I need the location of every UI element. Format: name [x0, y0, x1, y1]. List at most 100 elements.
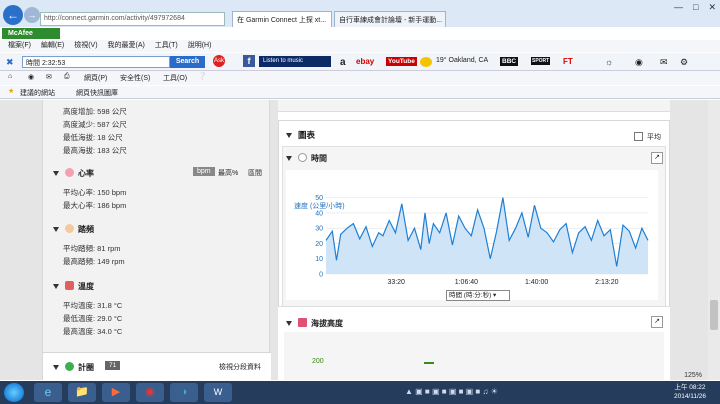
temperature-min: 最低溫度: 29.0 °C — [63, 314, 123, 323]
youtube-icon[interactable]: YouTube — [386, 57, 417, 66]
window-controls[interactable]: — □ ✕ — [664, 2, 716, 13]
heart-rate-header[interactable]: 心率 — [53, 168, 94, 179]
amazon-icon[interactable]: a — [340, 57, 346, 68]
fav-suggested-sites[interactable]: 建議的網站 — [20, 88, 55, 98]
elevation-gain: 高度增加: 598 公尺 — [63, 107, 127, 116]
taskbar-media-icon[interactable]: ▶ — [102, 383, 130, 402]
hr-unit-bpm[interactable]: bpm — [193, 167, 215, 176]
command-bar: ⌂ ◉ ✉ ⎙ 網頁(P) 安全性(S) 工具(O) ❔ — [0, 71, 720, 85]
menu-view[interactable]: 檢視(V) — [74, 42, 97, 49]
ask-icon[interactable]: Ask — [213, 55, 225, 67]
scrollbar-thumb[interactable] — [710, 300, 718, 330]
tools-menu[interactable]: 工具(O) — [163, 73, 187, 83]
bbc-sport-icon[interactable]: SPORT — [531, 57, 551, 65]
time-chart-header[interactable]: 時間 — [286, 153, 327, 164]
vertical-scrollbar[interactable] — [708, 100, 720, 380]
back-button[interactable]: ← — [3, 5, 23, 25]
home-icon[interactable]: ⌂ — [8, 73, 12, 80]
forward-button[interactable]: → — [24, 7, 40, 23]
y-tick-label: 10 — [315, 256, 323, 263]
favorites-star-icon[interactable]: ★ — [8, 87, 14, 95]
hr-average: 平均心率: 150 bpm — [63, 188, 127, 197]
mail-cmd-icon[interactable]: ✉ — [46, 73, 52, 81]
elevation-max: 最高海拔: 183 公尺 — [63, 146, 127, 155]
menu-tools[interactable]: 工具(T) — [155, 42, 178, 49]
menu-file[interactable]: 檔案(F) — [8, 42, 31, 49]
mcafee-badge[interactable]: McAfee — [2, 28, 60, 39]
charts-panel: 圖表 平均 時間 ↗ 0 10 20 30 40 50 33:20 1:06:40 1:40:… — [278, 100, 670, 380]
mail-icon[interactable]: ✉ — [660, 57, 668, 68]
hr-unit-max-percent[interactable]: 最高% — [218, 168, 238, 178]
view-splits-link[interactable]: 檢視分段資料 — [219, 362, 261, 372]
menu-help[interactable]: 說明(H) — [188, 42, 212, 49]
search-input[interactable]: 時間 2:32:53 — [22, 56, 170, 68]
average-checkbox[interactable] — [634, 132, 643, 141]
charts-header[interactable]: 圖表 — [286, 129, 315, 141]
expand-elevation-icon[interactable]: ↗ — [651, 316, 663, 328]
ft-icon[interactable]: FT — [563, 57, 573, 66]
menu-edit[interactable]: 編輯(E) — [41, 42, 64, 49]
elevation-y-tick-200: 200 — [312, 358, 324, 365]
heart-icon — [65, 168, 74, 177]
elevation-min: 最低海拔: 18 公尺 — [63, 133, 123, 142]
y-tick-label: 50 — [315, 195, 323, 202]
elevation-line-segment — [424, 362, 434, 368]
temperature-header[interactable]: 溫度 — [53, 281, 94, 292]
zoom-level[interactable]: 125% — [684, 372, 702, 379]
page-menu[interactable]: 網頁(P) — [84, 73, 107, 83]
y-tick-label: 20 — [315, 241, 323, 248]
toolbar-x-icon[interactable]: ✖ — [6, 57, 14, 68]
start-button[interactable] — [4, 383, 24, 402]
expand-chart-icon[interactable]: ↗ — [651, 152, 663, 164]
taskbar-ie-icon[interactable]: e — [34, 383, 62, 402]
help-icon[interactable]: ❔ — [198, 72, 207, 80]
bbc-icon[interactable]: BBC — [500, 57, 519, 66]
taskbar-explorer-icon[interactable]: 📁 — [68, 383, 96, 402]
clock-date: 2014/11/26 — [673, 393, 707, 400]
elevation-chart-header[interactable]: 海拔高度 — [286, 318, 343, 329]
weather-icon[interactable] — [420, 57, 432, 67]
x-axis-select[interactable]: 時間 (時:分:秒) ▾ — [446, 290, 510, 301]
clock[interactable]: 上午 08:22 2014/11/26 — [660, 381, 720, 404]
snail-icon[interactable]: ◉ — [635, 57, 643, 68]
page-content: 高度增加: 598 公尺 高度減少: 587 公尺 最低海拔: 18 公尺 最高… — [0, 100, 708, 380]
hr-unit-zones[interactable]: 區間 — [248, 168, 262, 178]
windows-taskbar: e 📁 ▶ ◉ ◑ W ▲ ▣ ■ ▣ ■ ▣ ■ ▣ ■ ♫ ☀ — [0, 381, 720, 404]
settings-icon[interactable]: ⚙ — [680, 57, 688, 68]
search-button[interactable]: Search — [170, 56, 205, 68]
temperature-max: 最高溫度: 34.0 °C — [63, 327, 123, 336]
y-tick-label: 40 — [315, 210, 323, 217]
weather-label[interactable]: 19° Oakland, CA — [436, 57, 488, 64]
tab-forum[interactable]: 自行車練成會計論壇 - 新手運動... — [334, 11, 446, 27]
elevation-chart-area — [284, 332, 664, 380]
fav-web-slice-gallery[interactable]: 網頁快訊圖庫 — [76, 88, 118, 98]
taskbar-app-icon[interactable]: ◑ — [170, 383, 198, 402]
average-label: 平均 — [647, 134, 661, 141]
x-tick-label: 1:06:40 — [455, 279, 478, 286]
facebook-icon[interactable]: f — [243, 55, 255, 67]
menu-favorites[interactable]: 我的最愛(A) — [108, 42, 145, 49]
globe-icon[interactable]: ☼ — [605, 57, 613, 67]
ebay-icon[interactable]: ebay — [356, 57, 374, 66]
laps-header[interactable]: 計圈 — [53, 362, 94, 373]
cadence-header[interactable]: 踏頻 — [53, 224, 94, 235]
listen-music-widget[interactable]: Listen to music — [259, 56, 331, 67]
x-tick-label: 2:13:20 — [595, 279, 618, 286]
rss-icon[interactable]: ◉ — [28, 73, 34, 81]
tray-icons[interactable]: ▲ ▣ ■ ▣ ■ ▣ ■ ▣ ■ ♫ ☀ — [405, 387, 498, 396]
address-bar[interactable]: http://connect.garmin.com/activity/49797… — [40, 12, 225, 26]
print-icon[interactable]: ⎙ — [64, 73, 70, 81]
tab-garmin[interactable]: 在 Garmin Connect 上探 xt... — [232, 11, 332, 27]
safety-menu[interactable]: 安全性(S) — [120, 73, 150, 83]
favorites-bar: ★ 建議的網站 網頁快訊圖庫 — [0, 86, 720, 99]
taskbar-word-icon[interactable]: W — [204, 383, 232, 402]
elevation-loss: 高度減少: 587 公尺 — [63, 120, 127, 129]
map-strip — [278, 100, 670, 112]
y-tick-label: 30 — [315, 226, 323, 233]
cadence-average: 平均踏頻: 81 rpm — [63, 244, 121, 253]
cadence-icon — [65, 224, 74, 233]
temperature-average: 平均溫度: 31.8 °C — [63, 301, 123, 310]
cadence-max: 最高踏頻: 149 rpm — [63, 257, 125, 266]
y-axis-label: 速度 (公里/小時) — [294, 201, 345, 210]
taskbar-chrome-icon[interactable]: ◉ — [136, 383, 164, 402]
